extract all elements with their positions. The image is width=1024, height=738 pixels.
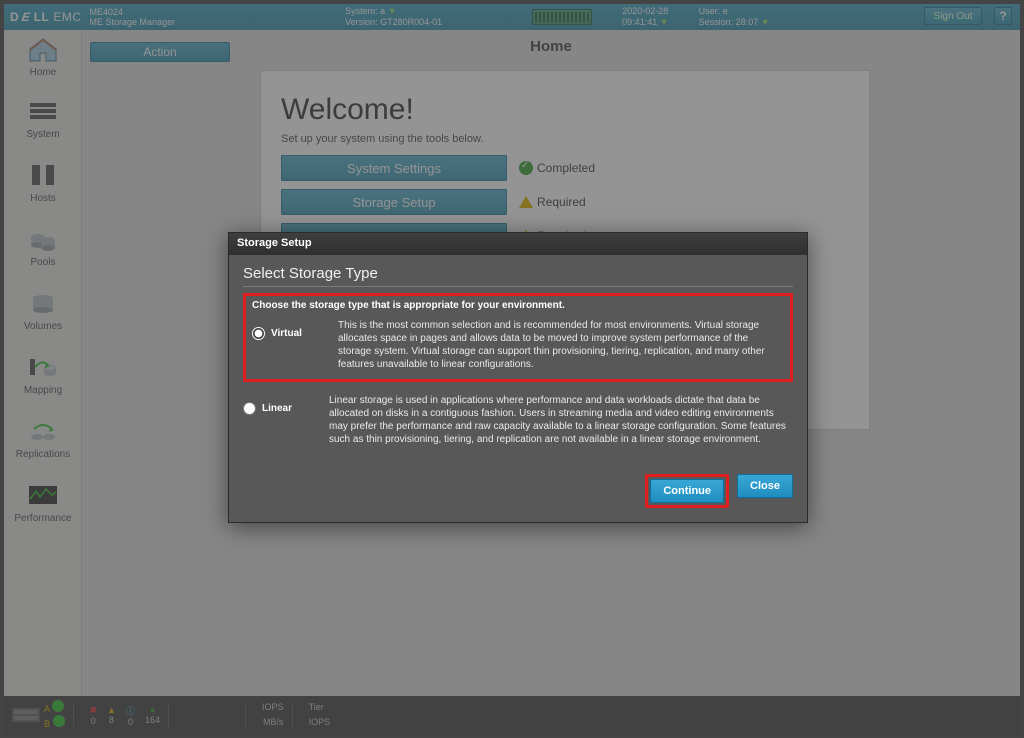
status-completed: Completed (519, 161, 595, 175)
brand-logo: DELLEMC (10, 10, 82, 24)
welcome-subtitle: Set up your system using the tools below… (281, 133, 849, 145)
nav-item-hosts[interactable]: Hosts (4, 156, 82, 218)
nav-item-volumes[interactable]: Volumes (4, 284, 82, 346)
virtual-description: This is the most common selection and is… (338, 319, 784, 371)
hardware-icon[interactable] (532, 9, 592, 25)
linear-description: Linear storage is used in applications w… (329, 394, 793, 446)
nav-item-home[interactable]: Home (4, 30, 82, 90)
alert-counts[interactable]: ✖0 ▲8 ⓘ0 ●164 (90, 704, 161, 727)
nav-label: Mapping (24, 385, 62, 396)
system-icon (26, 98, 60, 126)
radio-virtual[interactable] (252, 327, 265, 340)
iops-block: IOPSMB/s (262, 702, 284, 728)
product-block: ME4024 ME Storage Manager (90, 7, 176, 27)
replications-icon (26, 418, 60, 446)
radio-linear[interactable] (243, 402, 256, 415)
nav-label: Home (30, 67, 57, 78)
welcome-heading: Welcome! (281, 93, 849, 127)
modal-title: Storage Setup (229, 233, 807, 255)
check-icon (519, 161, 533, 175)
product-name: ME4024 (90, 7, 176, 17)
page-title: Home (82, 38, 1020, 55)
highlighted-continue: Continue (645, 474, 729, 508)
status-bar: A B ✖0 ▲8 ⓘ0 ●164 IOPSMB/s T (4, 696, 1020, 734)
mapping-icon (26, 354, 60, 382)
tier-block: TierIOPS (309, 702, 331, 728)
enclosure-icon (12, 704, 40, 726)
system-info: System: a ▼ Version: GT280R004-01 (345, 6, 442, 28)
close-button[interactable]: Close (737, 474, 793, 498)
status-required: Required (519, 195, 586, 209)
option-linear[interactable]: Linear Linear storage is used in applica… (243, 382, 793, 450)
top-banner: DELLEMC ME4024 ME Storage Manager System… (4, 4, 1020, 30)
modal-prompt: Choose the storage type that is appropri… (252, 300, 784, 311)
app-name: ME Storage Manager (90, 17, 176, 27)
pools-icon (26, 226, 60, 254)
system-settings-button[interactable]: System Settings (281, 155, 507, 181)
radio-virtual-label: Virtual (271, 328, 302, 339)
performance-icon (26, 482, 60, 510)
help-button[interactable]: ? (994, 7, 1012, 25)
setup-row-system: System Settings Completed (281, 155, 849, 181)
nav-label: Volumes (24, 321, 62, 332)
nav-item-performance[interactable]: Performance (4, 476, 82, 538)
port-status: A B (12, 700, 65, 730)
option-virtual[interactable]: Virtual This is the most common selectio… (252, 315, 784, 375)
nav-item-mapping[interactable]: Mapping (4, 348, 82, 410)
nav-label: Replications (16, 449, 70, 460)
home-icon (26, 36, 60, 64)
nav-label: System (26, 129, 59, 140)
nav-item-pools[interactable]: Pools (4, 220, 82, 282)
volumes-icon (26, 290, 60, 318)
nav-label: Hosts (30, 193, 56, 204)
nav-item-replications[interactable]: Replications (4, 412, 82, 474)
radio-linear-label: Linear (262, 403, 292, 414)
modal-subtitle: Select Storage Type (243, 265, 793, 282)
hosts-icon (26, 162, 60, 190)
storage-setup-button[interactable]: Storage Setup (281, 189, 507, 215)
nav-label: Pools (30, 257, 55, 268)
continue-button[interactable]: Continue (650, 479, 724, 503)
highlighted-virtual-option: Choose the storage type that is appropri… (243, 293, 793, 382)
nav-item-system[interactable]: System (4, 92, 82, 154)
warning-icon (519, 196, 533, 208)
storage-setup-modal: Storage Setup Select Storage Type Choose… (228, 232, 808, 523)
sign-out-button[interactable]: Sign Out (924, 7, 982, 25)
setup-row-storage: Storage Setup Required (281, 189, 849, 215)
left-nav: Home System Hosts Pools Volumes (4, 30, 82, 696)
nav-label: Performance (14, 513, 71, 524)
user-info: User: e Session: 28:07 ▼ (699, 6, 774, 28)
time-info: 2020-02-28 09:41:41 ▼ (622, 6, 672, 28)
